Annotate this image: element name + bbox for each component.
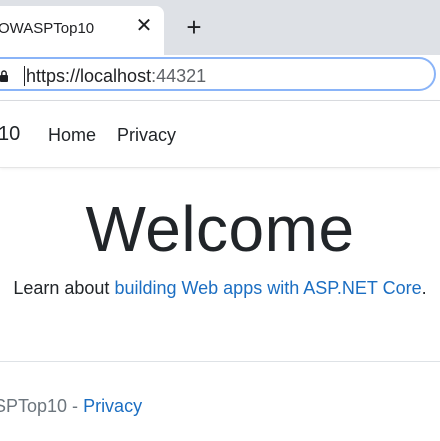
learn-text: Learn about building Web apps with ASP.N… bbox=[0, 278, 440, 299]
browser-tabstrip: OWASPTop10 ✕ + bbox=[0, 0, 440, 55]
site-footer: SPTop10 - Privacy bbox=[0, 361, 440, 441]
footer-privacy-link[interactable]: Privacy bbox=[83, 396, 142, 416]
learn-prefix: Learn about bbox=[13, 278, 115, 298]
nav-link-home[interactable]: Home bbox=[48, 125, 96, 146]
page-title: Welcome bbox=[85, 193, 355, 265]
close-icon[interactable]: ✕ bbox=[134, 16, 154, 36]
learn-suffix: . bbox=[421, 278, 427, 298]
site-navbar: 10 Home Privacy bbox=[0, 101, 440, 168]
text-caret bbox=[24, 66, 25, 86]
plus-icon[interactable]: + bbox=[182, 14, 206, 40]
nav-link-privacy[interactable]: Privacy bbox=[117, 125, 176, 146]
url-port: :44321 bbox=[151, 66, 207, 86]
aspnet-docs-link[interactable]: building Web apps with ASP.NET Core bbox=[114, 278, 421, 298]
footer-text: SPTop10 - Privacy bbox=[0, 396, 142, 417]
lock-icon[interactable] bbox=[0, 70, 8, 82]
navbar-brand[interactable]: 10 bbox=[0, 123, 20, 146]
address-url[interactable]: https://localhost:44321 bbox=[26, 66, 206, 87]
footer-copyright: SPTop10 - bbox=[0, 396, 84, 416]
browser-tab[interactable]: OWASPTop10 ✕ bbox=[0, 6, 164, 55]
tab-title: OWASPTop10 bbox=[0, 20, 95, 37]
url-host: https://localhost bbox=[26, 66, 152, 86]
